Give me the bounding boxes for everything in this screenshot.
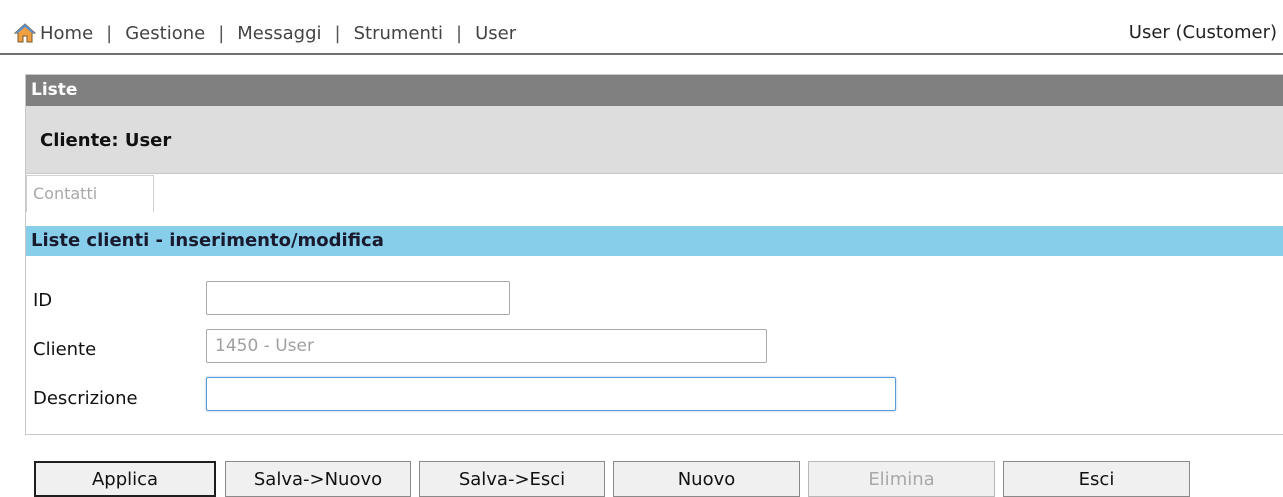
panel-header: Liste [26,75,1283,106]
tab-contatti[interactable]: Contatti [26,175,154,212]
nav-strumenti[interactable]: Strumenti [354,23,443,44]
section-title: Liste clienti - inserimento/modifica [26,226,1283,256]
cliente-field[interactable] [206,329,767,363]
salva-esci-button[interactable]: Salva->Esci [419,461,605,497]
elimina-button[interactable]: Elimina [808,461,995,497]
cliente-title: Cliente: User [40,130,172,151]
cliente-label: Cliente [33,339,97,360]
nav-menu: Home | Gestione | Messaggi | Strumenti |… [13,22,516,44]
esci-button[interactable]: Esci [1003,461,1190,497]
nav-separator: | [334,22,341,44]
id-field[interactable] [206,281,510,315]
nuovo-button[interactable]: Nuovo [613,461,800,497]
nav-separator: | [106,22,113,44]
descrizione-label: Descrizione [33,388,138,409]
nav-separator: | [218,22,225,44]
current-user-label: User (Customer) [1128,22,1277,43]
home-icon[interactable] [13,22,37,44]
id-label: ID [33,290,53,311]
nav-separator: | [455,22,463,44]
nav-gestione[interactable]: Gestione [125,23,205,44]
nav-home[interactable]: Home [40,23,93,44]
nav-user[interactable]: User [475,23,516,44]
nav-messaggi[interactable]: Messaggi [237,23,321,44]
cliente-bar: Cliente: User [26,106,1283,174]
top-navigation: Home | Gestione | Messaggi | Strumenti |… [0,0,1283,55]
descrizione-field[interactable] [206,377,896,411]
applica-button[interactable]: Applica [34,461,216,497]
salva-nuovo-button[interactable]: Salva->Nuovo [225,461,411,497]
